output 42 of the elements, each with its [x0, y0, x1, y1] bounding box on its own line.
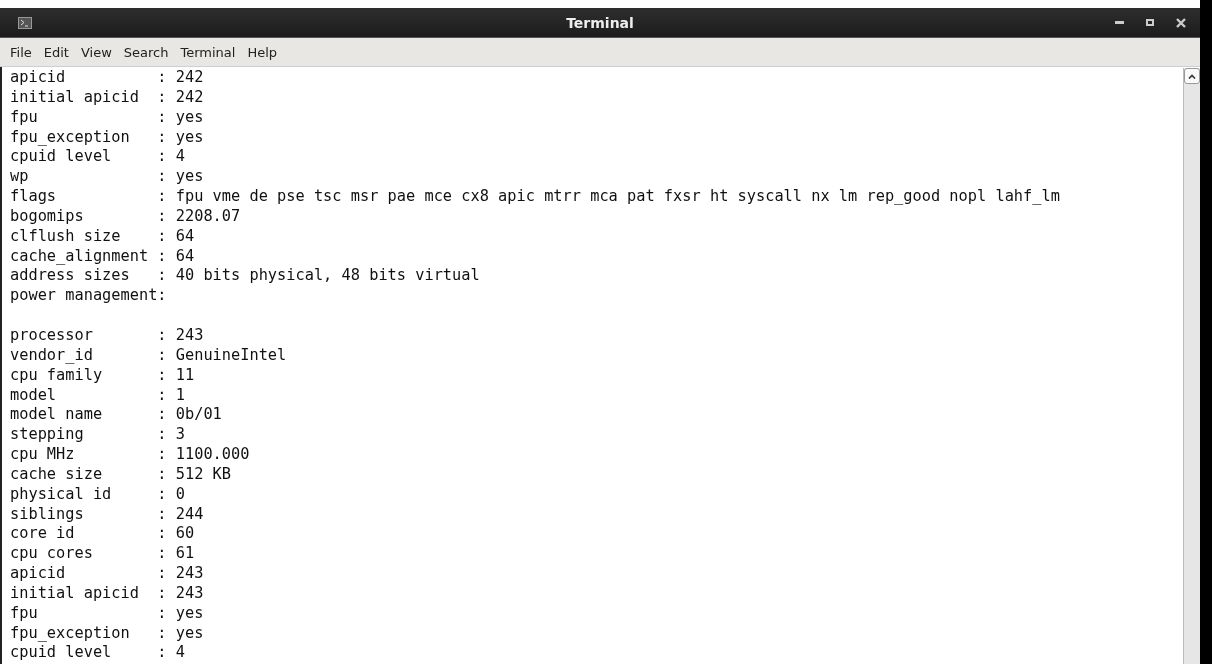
menu-item[interactable]: View — [74, 41, 118, 63]
terminal-line: processor : 243 — [10, 325, 204, 346]
menu-item[interactable]: File — [4, 41, 38, 63]
terminal-line: flags : fpu vme de pse tsc msr pae mce cx8 apic mtrr mca pat fxsr ht syscall nx lm rep_good nopl lahf_lm — [10, 187, 1060, 207]
window-title: Terminal — [566, 14, 634, 31]
terminal-line: fpu : yes — [10, 107, 204, 128]
close-icon[interactable] — [1176, 17, 1186, 28]
terminal-line: apicid : 243 — [10, 564, 204, 584]
terminal-line: bogomips : 2208.07 — [10, 206, 241, 227]
terminal-line: physical id : 0 — [10, 484, 185, 505]
caret-up-icon — [1188, 73, 1196, 79]
menu-item[interactable]: Terminal — [174, 41, 242, 63]
terminal-line: clflush size : 64 — [10, 226, 195, 247]
menu-item[interactable]: Search — [117, 41, 175, 63]
terminal-icon — [18, 16, 32, 29]
menu-item[interactable]: Edit — [37, 41, 75, 63]
terminal-line: fpu_exception : yes — [10, 127, 204, 148]
scrollbar[interactable] — [1183, 68, 1200, 664]
terminal-line: fpu_exception : yes — [10, 623, 204, 644]
terminal-line: core id : 60 — [10, 524, 195, 545]
menu-item[interactable]: Help — [241, 41, 284, 63]
terminal-line: cpu family : 11 — [10, 365, 195, 386]
terminal-line: apicid : 242 — [10, 68, 204, 88]
terminal-line: cpuid level : 4 — [10, 643, 185, 664]
terminal-line: cpu MHz : 1100.000 — [10, 445, 250, 465]
terminal-line: initial apicid : 243 — [10, 583, 204, 604]
terminal-line: cpu cores : 61 — [10, 544, 195, 565]
terminal-line: fpu : yes — [10, 603, 204, 624]
terminal-line: cache_alignment : 64 — [10, 246, 195, 267]
terminal-line: vendor_id : GenuineIntel — [10, 345, 287, 366]
terminal-line: stepping : 3 — [10, 425, 185, 446]
terminal-line: model : 1 — [10, 385, 185, 406]
maximize-icon[interactable] — [1146, 19, 1154, 26]
terminal-line: initial apicid : 242 — [10, 87, 204, 108]
terminal-line: wp : yes — [10, 167, 204, 188]
terminal-line: cache size : 512 KB — [10, 464, 232, 485]
terminal-line: model name : 0b/01 — [10, 405, 222, 426]
terminal-line: address sizes : 40 bits physical, 48 bits virtual — [10, 266, 480, 287]
scroll-up-button[interactable] — [1184, 68, 1200, 84]
terminal-line: cpuid level : 4 — [10, 147, 185, 168]
terminal-line: siblings : 244 — [10, 504, 204, 525]
terminal-line: power management: — [10, 286, 167, 307]
